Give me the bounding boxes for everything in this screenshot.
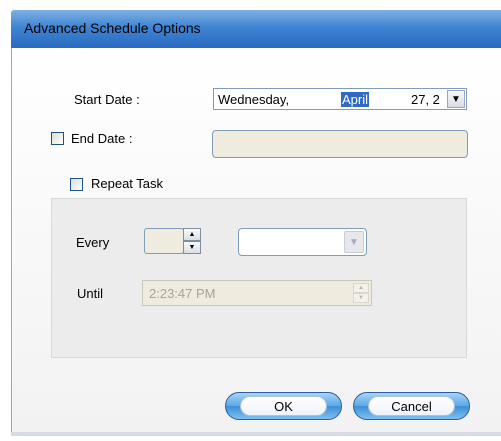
chevron-down-icon: ▼ (349, 236, 359, 248)
spin-up-button[interactable]: ▲ (183, 228, 201, 241)
repeat-task-label: Repeat Task (91, 176, 164, 191)
title-bar[interactable]: Advanced Schedule Options (11, 10, 501, 48)
dialog-bottom-edge (11, 432, 501, 436)
start-date-picker[interactable]: Wednesday, April 27, 2 ▼ (213, 88, 467, 110)
arrow-down-icon: ▼ (353, 293, 369, 303)
every-interval-input[interactable] (144, 228, 184, 254)
every-unit-dropdown-button[interactable]: ▼ (344, 231, 364, 253)
until-time-field: 2:23:47 PM ▲ ▼ (142, 280, 372, 306)
start-date-dropdown-button[interactable]: ▼ (447, 90, 465, 108)
start-date-day-year[interactable]: 27, 2 (411, 92, 440, 107)
repeat-task-checkbox[interactable] (70, 178, 83, 191)
end-date-field (212, 130, 468, 158)
window-title: Advanced Schedule Options (24, 20, 201, 36)
arrow-up-icon: ▲ (353, 283, 369, 293)
advanced-schedule-dialog: Advanced Schedule Options Start Date : W… (0, 0, 501, 441)
cancel-button[interactable]: Cancel (353, 392, 470, 420)
until-time-value: 2:23:47 PM (149, 286, 216, 301)
chevron-down-icon: ▼ (451, 93, 461, 105)
end-date-checkbox[interactable] (51, 132, 64, 145)
arrow-down-icon: ▼ (188, 244, 196, 251)
ok-button[interactable]: OK (225, 392, 342, 420)
start-date-month[interactable]: April (341, 92, 370, 107)
until-time-spinner: ▲ ▼ (353, 283, 369, 303)
arrow-up-icon: ▲ (188, 231, 196, 238)
cancel-button-label: Cancel (391, 398, 432, 414)
start-date-label: Start Date : (74, 92, 140, 107)
every-spinner[interactable]: ▲ ▼ (183, 228, 201, 254)
start-date-weekday[interactable]: Wednesday, (218, 92, 289, 107)
end-date-label: End Date : (71, 131, 133, 146)
spin-down-button[interactable]: ▼ (183, 241, 201, 254)
ok-button-label: OK (274, 398, 293, 414)
repeat-options-group (51, 198, 467, 358)
every-label: Every (76, 235, 110, 250)
every-unit-select[interactable]: ▼ (238, 228, 367, 256)
until-label: Until (77, 286, 104, 301)
